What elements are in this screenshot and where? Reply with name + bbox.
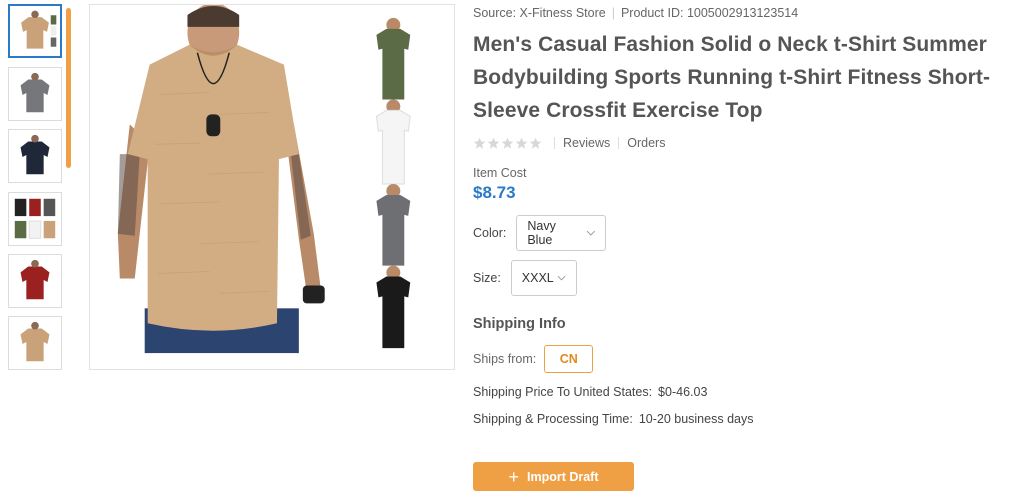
- star-icon: [501, 137, 514, 149]
- size-select[interactable]: XXXL: [510, 260, 577, 296]
- chevron-down-icon: [557, 275, 566, 281]
- color-label: Color:: [473, 226, 507, 240]
- star-icon: [529, 137, 542, 149]
- shipping-price-line: Shipping Price To United States: $0-46.03: [473, 385, 1018, 399]
- source-store: Source: X-Fitness Store: [473, 6, 606, 20]
- shipping-time-label: Shipping & Processing Time:: [473, 412, 633, 426]
- shipping-price-value: $0-46.03: [658, 385, 708, 399]
- thumb-khaki-shirt[interactable]: [8, 4, 62, 58]
- color-select[interactable]: Navy Blue: [516, 215, 607, 251]
- size-label: Size:: [473, 271, 501, 285]
- star-icon: [515, 137, 528, 149]
- size-option-row: Size: XXXL: [473, 260, 1018, 296]
- thumb-color-grid[interactable]: [8, 192, 62, 246]
- thumbnail-list: [8, 4, 64, 376]
- orders-link[interactable]: Orders: [627, 136, 665, 150]
- shipping-price-label: Shipping Price To United States:: [473, 385, 653, 399]
- rating-divider: [554, 137, 555, 149]
- reviews-link[interactable]: Reviews: [563, 136, 610, 150]
- size-select-value: XXXL: [521, 271, 554, 285]
- item-cost-label: Item Cost: [473, 166, 527, 180]
- import-draft-label: Import Draft: [526, 469, 599, 484]
- shipping-time-value: 10-20 business days: [638, 412, 754, 426]
- thumbnail-scrollbar[interactable]: [66, 8, 71, 168]
- main-product-image: [89, 4, 455, 370]
- color-option-row: Color: Navy Blue: [473, 215, 1018, 251]
- import-draft-button[interactable]: + Import Draft: [473, 462, 634, 491]
- shipping-time-line: Shipping & Processing Time: 10-20 busines…: [473, 412, 1018, 426]
- ships-from-row: Ships from: CN: [473, 345, 1018, 373]
- thumb-grey-shirt[interactable]: [8, 67, 62, 121]
- thumb-red-shirt[interactable]: [8, 254, 62, 308]
- product-meta: Source: X-Fitness Store | Product ID: 1005…: [473, 4, 1018, 22]
- chevron-down-icon: [586, 230, 595, 236]
- rating-row: Reviews Orders: [473, 133, 1018, 153]
- rating-divider: [618, 137, 620, 149]
- product-info: Source: X-Fitness Store | Product ID: 1005…: [473, 4, 1018, 426]
- rating-stars: [473, 137, 542, 150]
- thumb-khaki-shirt-2[interactable]: [8, 316, 62, 370]
- plus-icon: +: [508, 466, 519, 487]
- color-select-value: Navy Blue: [527, 219, 556, 247]
- ships-from-chip[interactable]: CN: [544, 345, 594, 373]
- item-price: $8.73: [473, 183, 516, 202]
- ships-from-label: Ships from:: [473, 352, 537, 366]
- product-title: Men's Casual Fashion Solid o Neck t-Shir…: [473, 33, 991, 122]
- meta-divider: |: [611, 6, 615, 20]
- star-icon: [473, 137, 486, 149]
- shipping-info-title: Shipping Info: [473, 316, 566, 332]
- star-icon: [487, 137, 500, 149]
- thumb-navy-shirt[interactable]: [8, 129, 62, 183]
- product-id: Product ID: 1005002913123514: [620, 6, 799, 20]
